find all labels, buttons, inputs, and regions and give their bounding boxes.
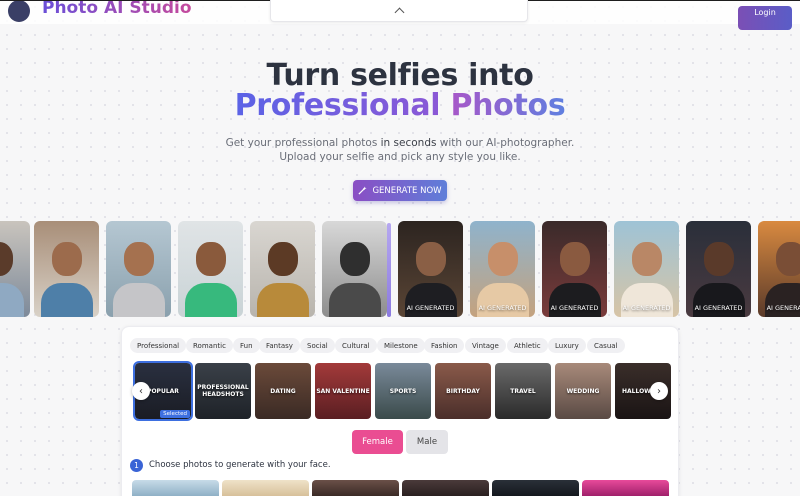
- original-photo: [34, 221, 99, 317]
- divider: [0, 0, 270, 1]
- category-chip[interactable]: Milestone: [377, 338, 425, 353]
- style-label: PROFESSIONAL HEADSHOTS: [197, 384, 249, 398]
- ai-generated-photo: AI GENERATED: [398, 221, 463, 317]
- hero-subtitle-2: Upload your selfie and pick any style yo…: [279, 151, 521, 163]
- brand[interactable]: Photo AI Studio: [8, 0, 192, 22]
- photo-strip: AI GENERATED AI GENERATED AI GENERATED A…: [0, 221, 800, 317]
- photo-thumbnail[interactable]: [492, 480, 579, 496]
- chevron-right-icon: ›: [657, 385, 661, 397]
- style-tile-sports[interactable]: SPORTS: [375, 363, 431, 419]
- hero-highlight-photos: Photos: [450, 88, 566, 123]
- category-chip[interactable]: Fantasy: [259, 338, 300, 353]
- subtitle-strong: in seconds: [380, 137, 437, 149]
- photo-thumbnail[interactable]: [402, 480, 489, 496]
- original-photo: [106, 221, 171, 317]
- style-label: TRAVEL: [510, 387, 536, 395]
- ai-generated-photo: AI GENERATED: [614, 221, 679, 317]
- ai-generated-label: AI GENERATED: [478, 304, 527, 312]
- category-chip[interactable]: Athletic: [507, 338, 548, 353]
- style-label: BIRTHDAY: [446, 387, 480, 395]
- photo-thumbnail[interactable]: [582, 480, 669, 496]
- style-label: SPORTS: [389, 387, 417, 395]
- category-chip[interactable]: Fashion: [424, 338, 465, 353]
- hero-highlight-professional: Professional: [234, 88, 441, 123]
- style-label: POPULAR: [147, 387, 179, 395]
- divider: [528, 0, 800, 1]
- style-label: SAN VALENTINE: [316, 387, 370, 395]
- ai-generated-photo: AI GENERATED: [758, 221, 800, 317]
- category-chip[interactable]: Vintage: [465, 338, 506, 353]
- hero-title-line2: Professional Photos: [0, 88, 800, 123]
- style-tile-valentine[interactable]: SAN VALENTINE: [315, 363, 371, 419]
- style-tile-travel[interactable]: TRAVEL: [495, 363, 551, 419]
- scroll-left-button[interactable]: ‹: [132, 382, 150, 400]
- login-button[interactable]: Login: [738, 6, 792, 30]
- logo-icon: [8, 0, 30, 22]
- style-tile-birthday[interactable]: BIRTHDAY: [435, 363, 491, 419]
- category-chip[interactable]: Professional: [130, 338, 187, 353]
- style-tile-dating[interactable]: DATING: [255, 363, 311, 419]
- ai-generated-label: AI GENERATED: [622, 304, 671, 312]
- ai-generated-label: AI GENERATED: [406, 304, 455, 312]
- category-chip[interactable]: Romantic: [186, 338, 233, 353]
- original-photo: [322, 221, 387, 317]
- photo-thumbnail[interactable]: [222, 480, 309, 496]
- brand-name: Photo AI Studio: [42, 0, 192, 18]
- female-button[interactable]: Female: [352, 430, 403, 454]
- ai-generated-label: AI GENERATED: [694, 304, 743, 312]
- collapse-handle[interactable]: [270, 0, 528, 22]
- hero-subtitle: Get your professional photos in seconds …: [0, 137, 800, 149]
- category-chip[interactable]: Social: [300, 338, 335, 353]
- chevron-left-icon: ‹: [139, 385, 143, 397]
- chevron-up-icon: [394, 7, 404, 18]
- step-number-badge: 1: [130, 459, 143, 472]
- male-button[interactable]: Male: [406, 430, 448, 454]
- style-tile-wedding[interactable]: WEDDING: [555, 363, 611, 419]
- category-chip[interactable]: Luxury: [548, 338, 586, 353]
- original-photo: [0, 221, 30, 317]
- ai-generated-photo: AI GENERATED: [686, 221, 751, 317]
- category-chip[interactable]: Casual: [587, 338, 625, 353]
- ai-generated-photo: AI GENERATED: [542, 221, 607, 317]
- ai-generated-label: AI GENERATED: [550, 304, 599, 312]
- style-label: DATING: [270, 387, 296, 395]
- style-label: WEDDING: [566, 387, 600, 395]
- before-after-divider[interactable]: [387, 223, 391, 317]
- original-photo: [250, 221, 315, 317]
- ai-generated-label: AI GENERATED: [766, 304, 800, 312]
- photo-thumbnail[interactable]: [132, 480, 219, 496]
- generate-now-button[interactable]: GENERATE NOW: [353, 180, 447, 201]
- selected-badge: Selected: [160, 410, 190, 418]
- category-chip[interactable]: Cultural: [335, 338, 377, 353]
- magic-wand-icon: [358, 186, 367, 195]
- category-chip[interactable]: Fun: [233, 338, 260, 353]
- step-instruction: Choose photos to generate with your face…: [149, 460, 331, 470]
- ai-generated-photo: AI GENERATED: [470, 221, 535, 317]
- scroll-right-button[interactable]: ›: [650, 382, 668, 400]
- subtitle-pre: Get your professional photos: [225, 137, 381, 149]
- style-tile-headshots[interactable]: PROFESSIONAL HEADSHOTS: [195, 363, 251, 419]
- generate-now-label: GENERATE NOW: [372, 185, 442, 196]
- photo-thumbnail[interactable]: [312, 480, 399, 496]
- original-photo: [178, 221, 243, 317]
- subtitle-post: with our AI-photographer.: [436, 137, 575, 149]
